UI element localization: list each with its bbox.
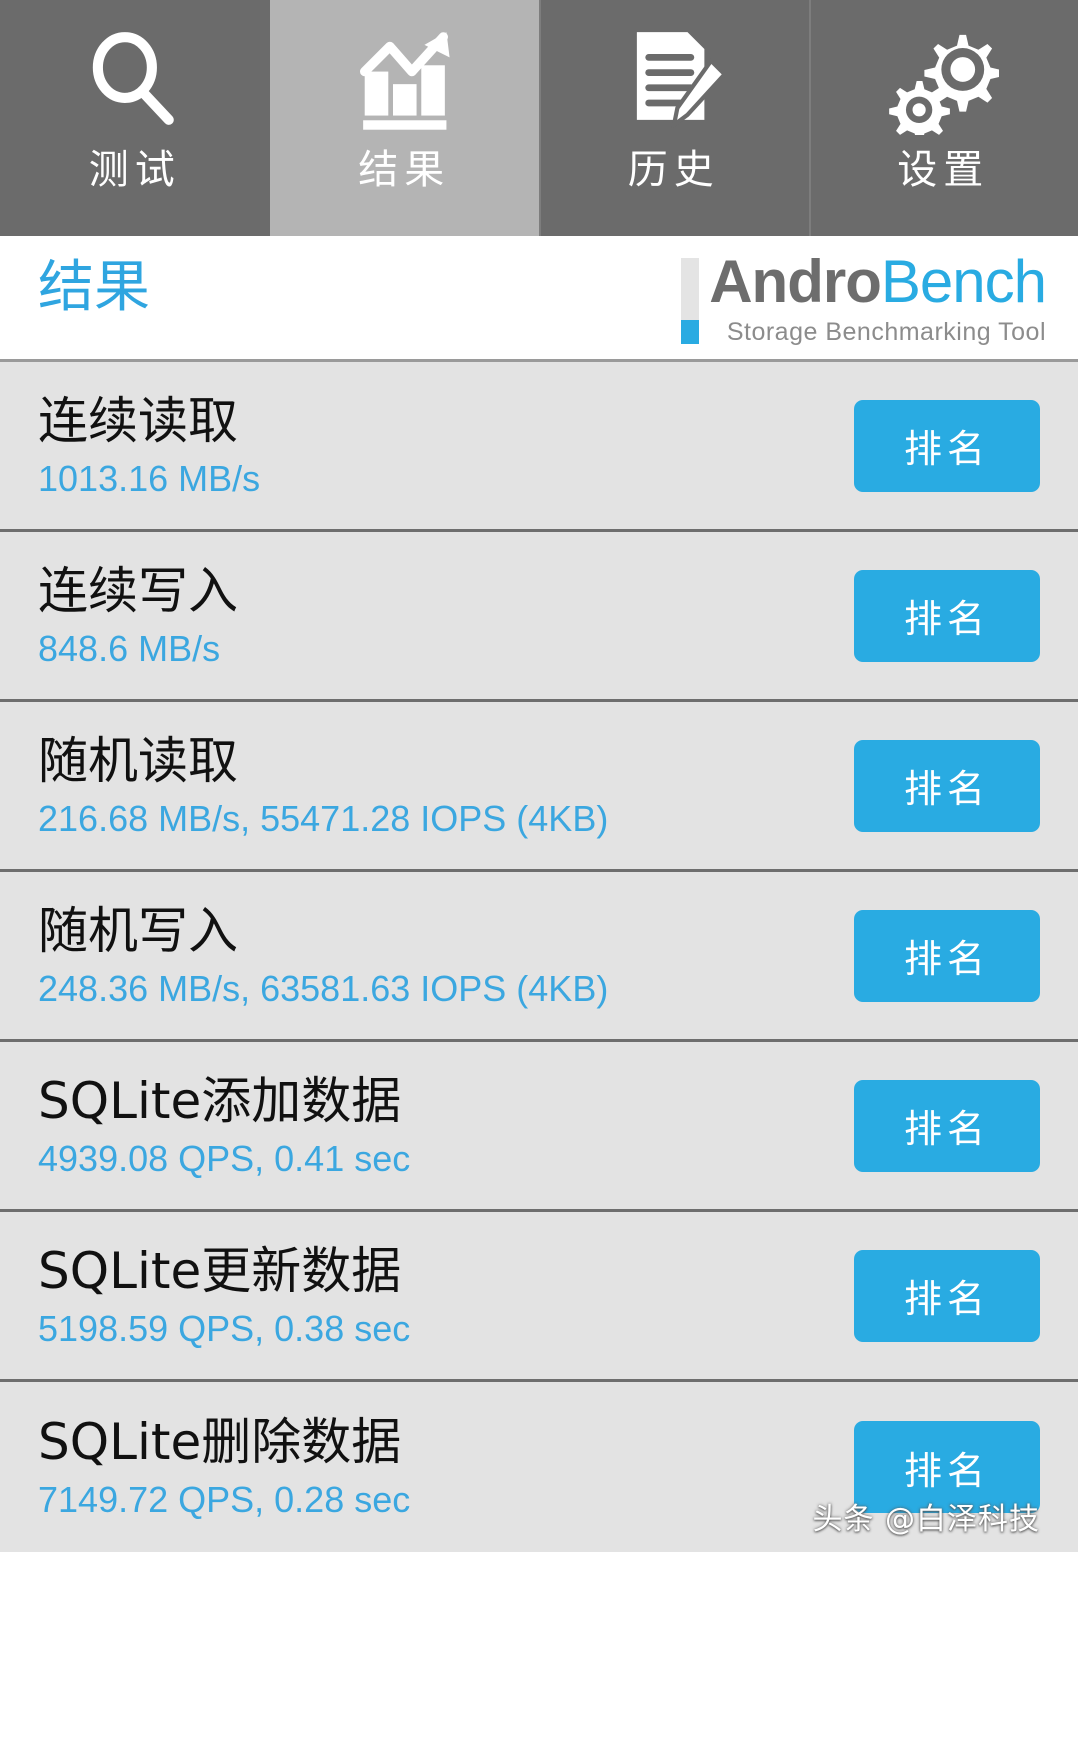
result-name: 连续写入 [38,561,238,620]
rank-button[interactable]: 排名 [854,1079,1040,1172]
result-value: 4939.08 QPS, 0.41 sec [38,1137,411,1179]
result-name: SQLite添加数据 [38,1071,402,1130]
rank-button[interactable]: 排名 [854,909,1040,1002]
page-title: 结果 [38,255,150,320]
rank-button[interactable]: 排名 [854,569,1040,662]
result-value: 7149.72 QPS, 0.28 sec [38,1479,411,1521]
table-row: 连续读取 1013.16 MB/s 排名 [0,362,1078,532]
table-row: SQLite更新数据 5198.59 QPS, 0.38 sec 排名 [0,1212,1078,1382]
tab-label-test: 测试 [88,147,181,193]
result-name: 随机写入 [38,901,238,960]
tab-test[interactable]: 测试 [0,0,270,236]
tab-history[interactable]: 历史 [539,0,809,236]
tab-settings[interactable]: 设置 [808,0,1078,236]
rank-button[interactable]: 排名 [854,1249,1040,1342]
tab-results[interactable]: 结果 [269,0,539,236]
androbench-logo: AndroBench Storage Benchmarking Tool [681,252,1047,347]
result-value: 216.68 MB/s, 55471.28 IOPS (4KB) [38,797,609,839]
gears-icon [887,26,1000,136]
table-row: 随机读取 216.68 MB/s, 55471.28 IOPS (4KB) 排名 [0,702,1078,872]
search-icon [81,26,189,136]
result-name: SQLite删除数据 [38,1413,402,1472]
result-value: 5198.59 QPS, 0.38 sec [38,1307,411,1349]
logo-andro-text: Andro [709,248,882,315]
table-row: SQLite添加数据 4939.08 QPS, 0.41 sec 排名 [0,1042,1078,1212]
rank-button[interactable]: 排名 [854,1421,1040,1513]
result-value: 248.36 MB/s, 63581.63 IOPS (4KB) [38,967,609,1009]
result-name: 随机读取 [38,731,238,790]
results-list: 连续读取 1013.16 MB/s 排名 连续写入 848.6 MB/s 排名 … [0,362,1078,1552]
top-tab-bar: 测试 结果 历史 设置 [0,0,1078,236]
logo-bench-text: Bench [880,248,1047,315]
logo-bar-icon [681,258,700,344]
document-edit-icon [622,26,726,136]
chart-icon [349,26,459,136]
result-name: SQLite更新数据 [38,1241,402,1300]
page-header: 结果 AndroBench Storage Benchmarking Tool [0,236,1078,362]
tab-label-settings: 设置 [897,147,990,193]
tab-label-history: 历史 [627,147,720,193]
table-row: SQLite删除数据 7149.72 QPS, 0.28 sec 排名 头条 @… [0,1382,1078,1552]
result-name: 连续读取 [38,391,238,450]
result-value: 848.6 MB/s [38,627,221,669]
result-value: 1013.16 MB/s [38,457,261,499]
table-row: 随机写入 248.36 MB/s, 63581.63 IOPS (4KB) 排名 [0,872,1078,1042]
rank-button[interactable]: 排名 [854,739,1040,832]
logo-subtitle: Storage Benchmarking Tool [726,318,1046,346]
table-row: 连续写入 848.6 MB/s 排名 [0,532,1078,702]
rank-button[interactable]: 排名 [854,399,1040,492]
tab-label-results: 结果 [358,147,451,193]
